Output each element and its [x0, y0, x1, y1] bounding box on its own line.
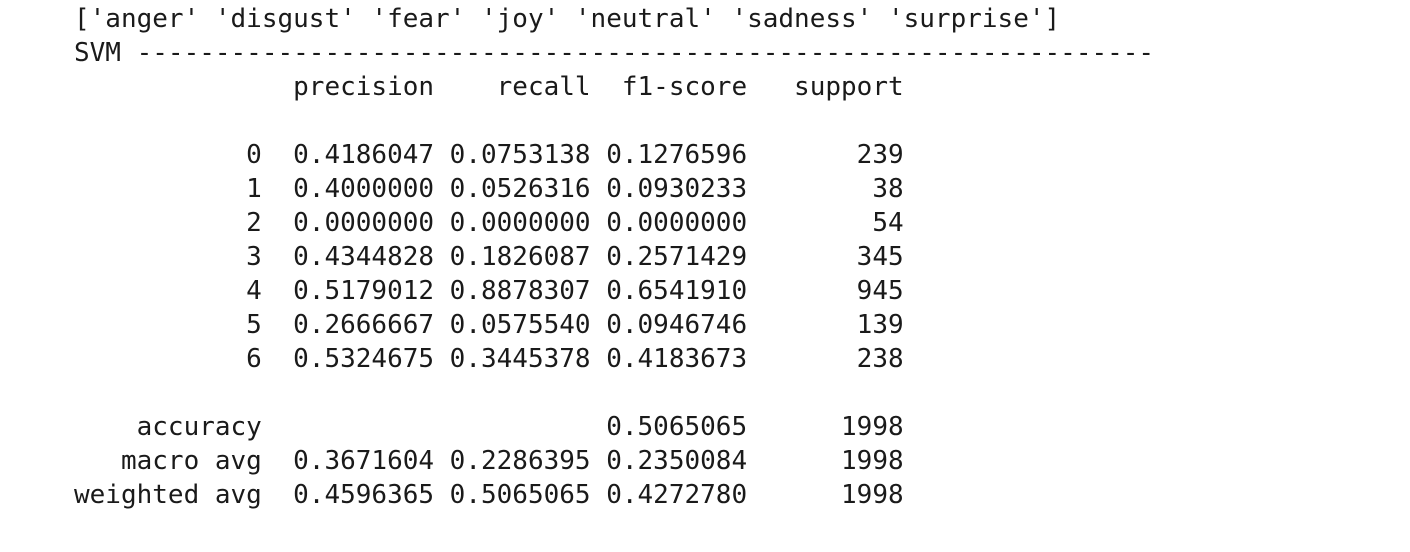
report-row-class-4: 4 0.5179012 0.8878307 0.6541910 945: [74, 276, 904, 306]
report-row-class-0: 0 0.4186047 0.0753138 0.1276596 239: [74, 140, 904, 170]
emotion-labels-line: ['anger' 'disgust' 'fear' 'joy' 'neutral…: [74, 4, 1061, 34]
report-weighted-avg-row: weighted avg 0.4596365 0.5065065 0.42727…: [74, 480, 904, 510]
report-row-class-3: 3 0.4344828 0.1826087 0.2571429 345: [74, 242, 904, 272]
report-row-class-6: 6 0.5324675 0.3445378 0.4183673 238: [74, 344, 904, 374]
svm-header-line: SVM ------------------------------------…: [74, 38, 1155, 68]
report-accuracy-row: accuracy 0.5065065 1998: [74, 412, 904, 442]
report-macro-avg-row: macro avg 0.3671604 0.2286395 0.2350084 …: [74, 446, 904, 476]
report-row-class-5: 5 0.2666667 0.0575540 0.0946746 139: [74, 310, 904, 340]
report-row-class-2: 2 0.0000000 0.0000000 0.0000000 54: [74, 208, 904, 238]
report-row-class-1: 1 0.4000000 0.0526316 0.0930233 38: [74, 174, 904, 204]
cell-output: ['anger' 'disgust' 'fear' 'joy' 'neutral…: [74, 2, 1154, 512]
report-columns-header: precision recall f1-score support: [74, 72, 904, 102]
